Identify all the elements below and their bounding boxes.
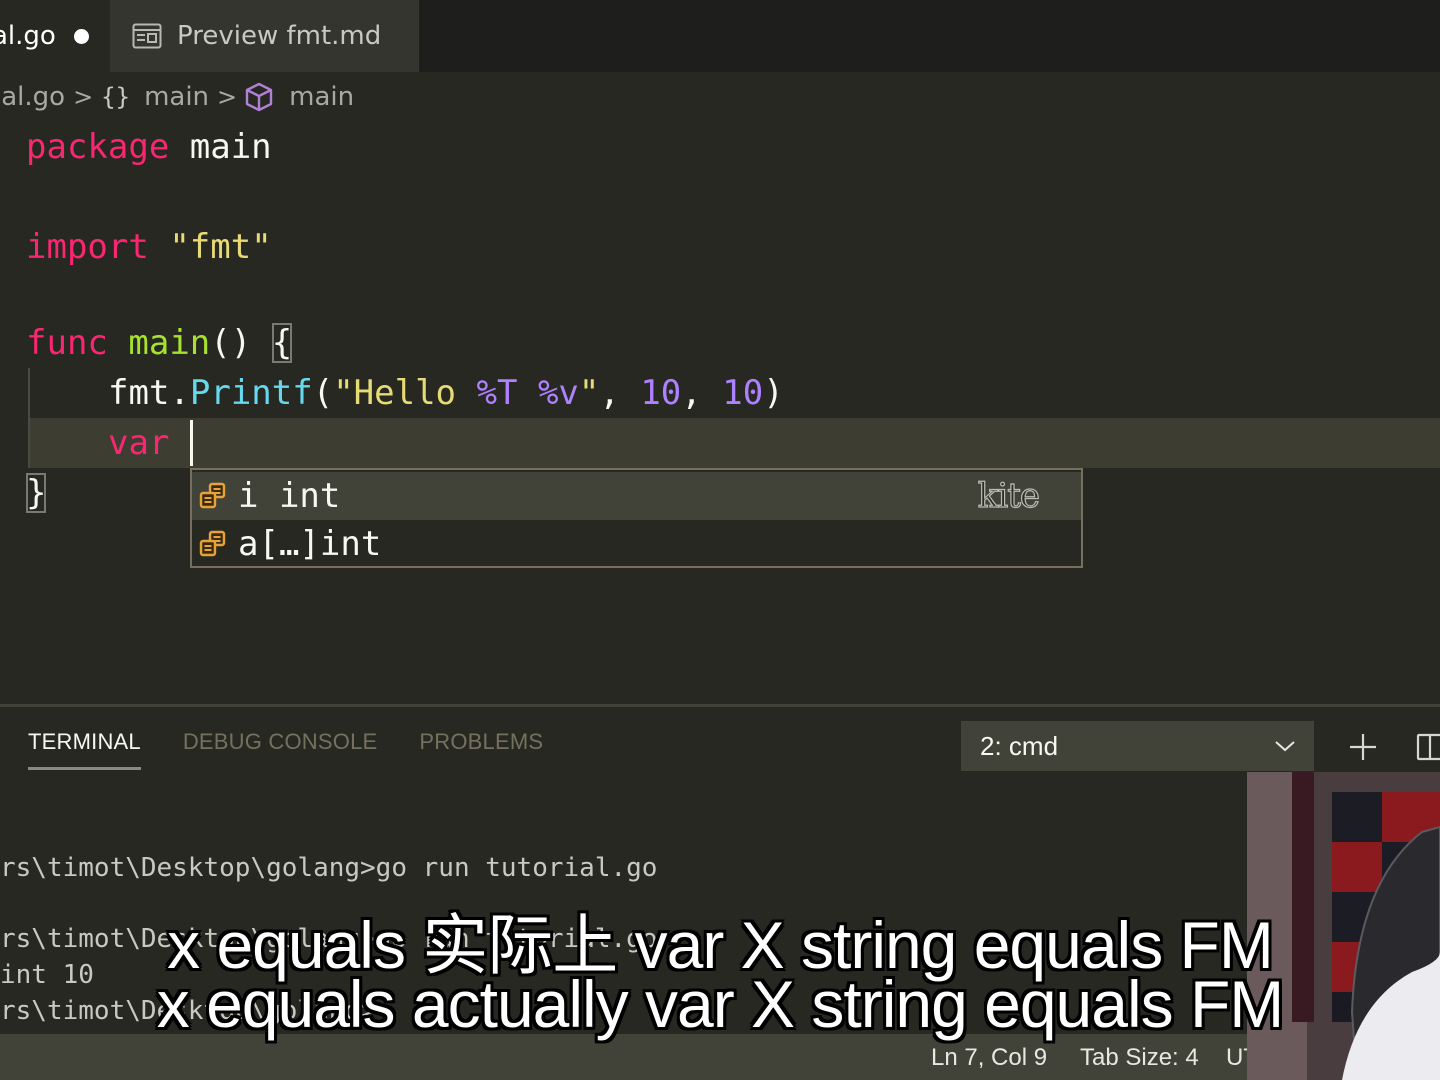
terminal-line: rs\timot\Desktop\golang>go run tutorial.… (0, 853, 658, 883)
paren: ) (763, 373, 784, 413)
tab-preview-fmt-md[interactable]: Preview fmt.md (110, 0, 419, 72)
comma: , (599, 373, 641, 413)
panel-tabs: TERMINAL DEBUG CONSOLE PROBLEMS (28, 729, 585, 770)
tab-bar: al.go Preview fmt.md (0, 0, 1440, 72)
string-literal (517, 373, 537, 413)
unsaved-dot-icon[interactable] (73, 28, 89, 44)
string-literal: "fmt" (169, 227, 272, 267)
keyword: package (26, 127, 170, 167)
kite-source-label: kite (977, 475, 1040, 516)
tab-label: al.go (0, 21, 56, 51)
terminal-select-dropdown[interactable]: 2: cmd (961, 721, 1314, 771)
number-literal: 10 (640, 373, 682, 413)
tab-label: Preview fmt.md (177, 21, 382, 51)
terminal-select-value: 2: cmd (980, 730, 1059, 761)
method-name: Printf (189, 373, 313, 413)
suggestion-item[interactable]: a[…]int (192, 520, 1081, 568)
paren: ( (312, 373, 334, 413)
comma: , (681, 373, 723, 413)
variable-icon (199, 482, 226, 509)
split-terminal-icon[interactable] (1416, 731, 1440, 763)
code-line-6: fmt.Printf("Hello %T %v", 10, 10) (108, 368, 784, 418)
code-line-5: func main() { (26, 318, 293, 368)
code-line-8: } (26, 468, 47, 518)
breadcrumb-file[interactable]: ial.go (0, 82, 65, 112)
breadcrumb-package[interactable]: main (144, 82, 209, 112)
keyword: import (26, 227, 149, 267)
identifier: main (169, 127, 272, 167)
method-cube-icon (245, 82, 273, 112)
open-brace: { (271, 323, 293, 363)
text-cursor (190, 420, 193, 466)
autocomplete-widget: i int kite a[…]int (190, 468, 1083, 568)
string-literal: " (578, 373, 600, 413)
chevron-right-icon: > (217, 83, 238, 111)
indent-guide (28, 368, 30, 468)
suggestion-label: i int (238, 476, 341, 516)
keyword: func (26, 323, 108, 363)
close-brace: } (26, 473, 47, 513)
string-literal: "Hello (333, 373, 477, 413)
chevron-down-icon (1275, 741, 1295, 752)
cursor-position[interactable]: Ln 7, Col 9 (931, 1044, 1047, 1072)
breadcrumb-function[interactable]: main (289, 82, 354, 112)
tab-terminal[interactable]: TERMINAL (28, 729, 141, 770)
suggestion-item[interactable]: i int kite (192, 472, 1081, 520)
function-name: main (128, 323, 211, 363)
subtitle-line-2: x equals actually var X string equals FM (156, 967, 1285, 1041)
tab-problems[interactable]: PROBLEMS (419, 729, 543, 770)
number-literal: 10 (722, 373, 764, 413)
new-terminal-plus-icon[interactable] (1347, 731, 1379, 763)
code-editor[interactable]: package main import "fmt" func main() { … (0, 122, 1440, 704)
parens: () (210, 323, 252, 363)
tab-bar-empty-space (419, 0, 1440, 72)
format-verb: %v (537, 373, 579, 413)
namespace-icon: {} (101, 83, 131, 111)
tab-size[interactable]: Tab Size: 4 (1080, 1044, 1199, 1072)
tab-debug-console[interactable]: DEBUG CONSOLE (183, 729, 378, 770)
keyword: var (108, 423, 170, 463)
format-verb: %T (476, 373, 518, 413)
current-line-highlight (28, 418, 1440, 468)
variable-icon (199, 530, 226, 557)
preview-icon (132, 23, 162, 49)
chevron-right-icon: > (73, 83, 94, 111)
package-ref: fmt. (108, 373, 190, 413)
suggestion-label: a[…]int (238, 524, 382, 564)
breadcrumb: ial.go > {} main > main (0, 72, 1440, 122)
tab-tutorial-go[interactable]: al.go (0, 0, 110, 72)
code-line-1: package main (26, 122, 272, 172)
code-line-3: import "fmt" (26, 222, 272, 272)
code-line-7: var (108, 418, 169, 468)
